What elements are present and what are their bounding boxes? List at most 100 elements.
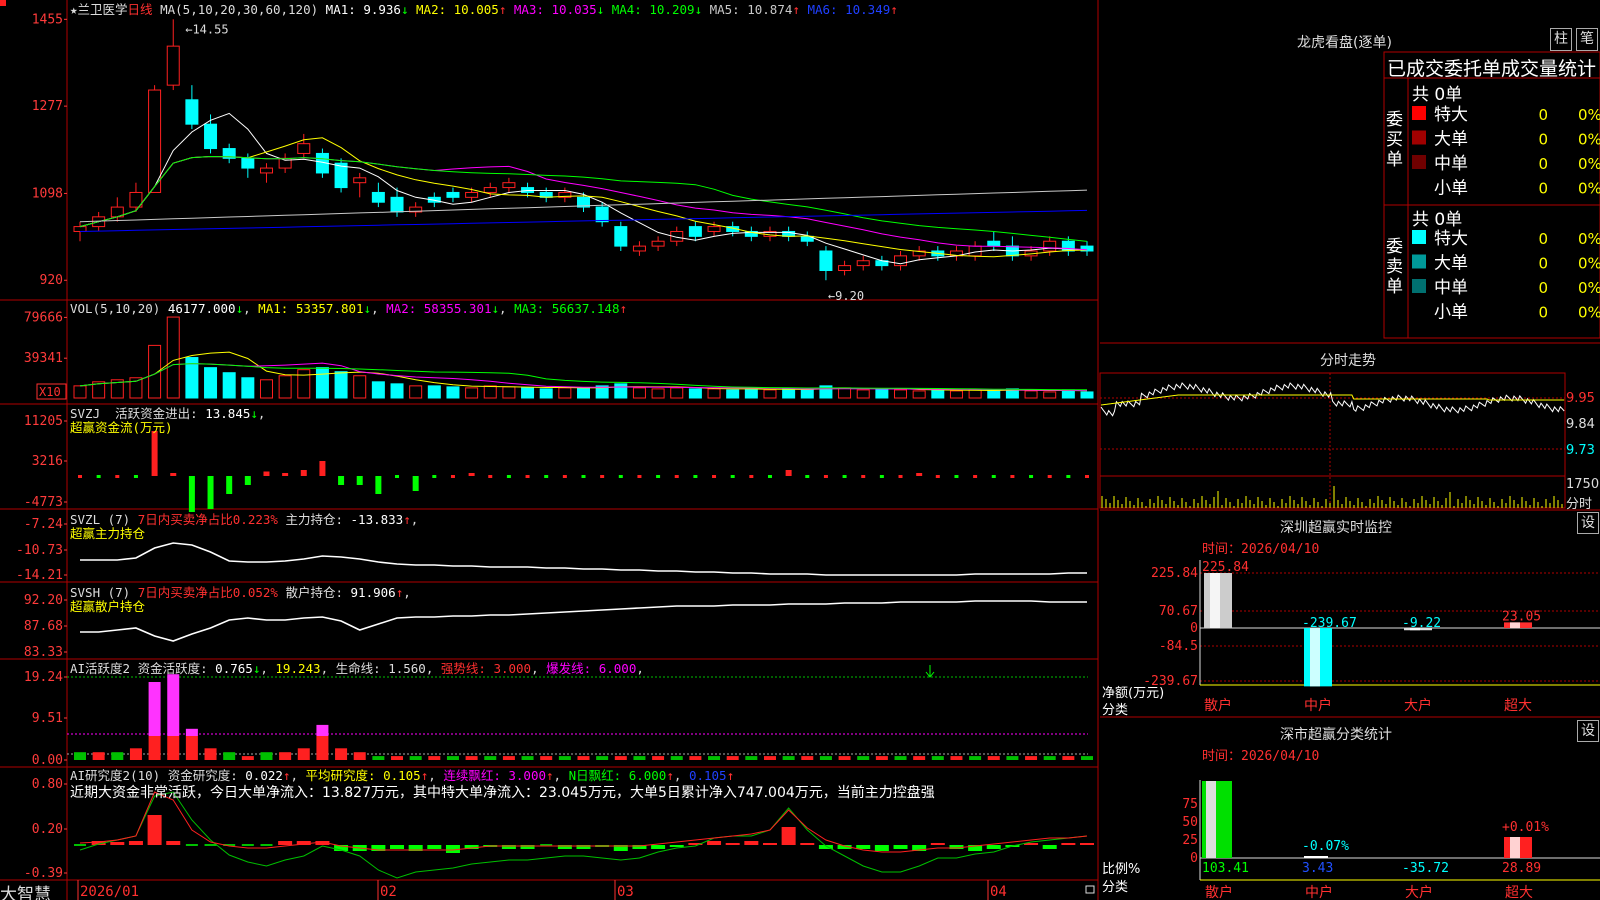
monitor-tick-2: 0 [1190,621,1198,636]
ai2-tick-1: 0.20 [32,822,63,837]
ai1-bar [1006,756,1019,760]
ai1-bar [260,752,273,760]
ai1-bar-top [167,674,180,736]
ai2-bar [1080,843,1094,845]
classify-tick-2: 25 [1182,833,1198,848]
volume-bar [539,388,553,399]
volume-bar [688,388,702,399]
ai2-value: 0.022 [245,768,283,783]
ai1-bar [652,756,665,760]
monitor-cat-2: 大户 [1404,697,1432,714]
x-axis-label-1: 02 [380,884,397,900]
sell-row-swatch-2 [1412,279,1426,293]
buy-row-pct-1: 0% [1578,131,1600,149]
classify-cat-3: 超大 [1505,885,1533,900]
candle-body [987,240,1001,247]
ai2-flat [241,844,254,846]
candle-body [968,245,982,257]
svzj-dot [600,475,605,478]
volume-bar [427,385,441,399]
volume-bar [726,389,740,399]
ai1-bar [670,756,683,760]
svzj-dot [1029,475,1034,478]
zhu-button[interactable]: 柱 [1550,28,1572,51]
svzj-dot [133,475,138,478]
monitor-settings-button[interactable]: 设 [1577,512,1599,534]
monitor-value-1: -239.67 [1302,616,1357,631]
svzj-arrow: ↓ [250,406,258,421]
high-annotation: ←14.55 [185,22,228,36]
ai1-bar [1043,756,1056,760]
svzj-dot [1066,475,1071,478]
ai1-v2: 19.243 [275,661,321,676]
ai2-bar [110,842,125,845]
candle-body [502,182,516,189]
volume-bar [259,379,273,399]
ai1-bar [74,752,86,760]
classify-cat-0: 散户 [1205,884,1233,900]
svzj-bar [244,476,251,485]
ai1-bar-top [148,682,161,736]
ai2-last-arrow: ↑ [726,768,735,783]
volume-bar [465,387,479,399]
vol-label: VOL(5,10,20) [70,301,161,316]
volume-bar [838,387,852,399]
buy-row-pct-0: 0% [1578,106,1600,124]
vol-arrow: ↓ [235,301,244,316]
brand-logo: 大智慧 [0,885,51,900]
ai1-bar [353,752,366,760]
svzj-dot [395,475,400,478]
buy-row-qty-1: 0 [1538,131,1548,149]
ai1-bar [297,748,310,760]
volume-bar [483,385,497,399]
intraday-vol-label: 分时 [1566,497,1593,512]
classify-ylabel: 比例% [1102,862,1141,877]
monitor-tick-1: 70.67 [1159,604,1198,619]
ai2-n-arrow: ↑ [666,768,674,783]
svzj-dot [1085,475,1089,478]
ai2-last: 0.105 [688,768,727,783]
ai1-arrow-down-icon [925,665,935,678]
buy-row-pct-2: 0% [1578,155,1600,173]
ai2-header: AI研究度2(10) 资金研究度: 0.022↑, 平均研究度: 0.105↑,… [70,768,735,783]
classify-tick-1: 50 [1182,815,1198,830]
classify-settings-button[interactable]: 设 [1577,720,1599,742]
sell-row-qty-0: 0 [1538,230,1548,248]
volume-bar [968,389,982,399]
ai1-bar [633,756,646,760]
sell-row-qty-3: 0 [1538,304,1548,322]
intraday-box [1099,372,1566,509]
svsh-arrow: ↑ [395,585,404,600]
ai2-bar [930,843,945,845]
svzj-dot [544,475,549,478]
ai1-bar [335,748,348,760]
svzj-dot [674,475,679,478]
ai2-bar [893,845,908,849]
volume-bar [614,383,628,399]
sell-row-pct-0: 0% [1578,230,1600,248]
svzj-bar [785,470,792,476]
svzj-bar [226,476,233,494]
ai1-bar [204,748,217,760]
svsh-header: SVSH (7) 7日内买卖净占比0.052% 散户持仓: 91.906↑, [70,585,411,600]
lock-icon [1085,885,1095,894]
volume-bar [912,390,926,399]
buy-row-qty-2: 0 [1538,155,1548,173]
classify-time: 时间：2026/04/10 [1202,749,1320,764]
period-label[interactable]: 日线 [128,2,153,17]
bi-button[interactable]: 笔 [1576,28,1598,51]
monitor-time: 时间：2026/04/10 [1202,542,1320,557]
candle-body [688,226,702,237]
svzj-dot [656,475,661,478]
corner-marker [0,0,6,6]
ai2-bar [669,845,684,847]
ai2-cont: 连续飘红: 3.000 [443,768,547,783]
volume-bar [949,390,963,399]
star-icon[interactable]: ★ [70,2,78,17]
svzj-bar [282,473,289,476]
ai1-bar [558,756,571,760]
ai2-bar [707,841,722,845]
candle-body [390,196,404,213]
svzj-dot [618,475,623,478]
ai1-bar [279,752,292,760]
